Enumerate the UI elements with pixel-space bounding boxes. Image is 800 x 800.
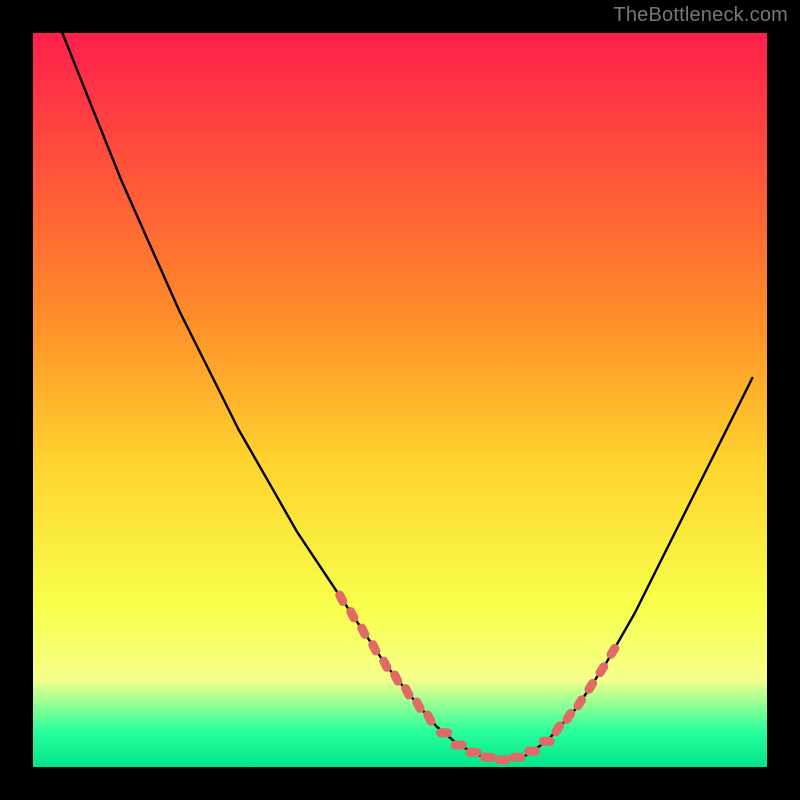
fit-dot	[509, 753, 525, 762]
bottleneck-chart	[0, 0, 800, 800]
fit-dot	[436, 728, 452, 737]
fit-dot	[524, 747, 540, 756]
fit-dot	[465, 748, 481, 757]
fit-dot	[495, 755, 511, 764]
plot-background	[33, 33, 767, 767]
fit-dot	[451, 741, 467, 750]
fit-dot	[539, 737, 555, 746]
outer-frame: TheBottleneck.com	[0, 0, 800, 800]
fit-dot	[480, 753, 496, 762]
watermark-text: TheBottleneck.com	[613, 4, 788, 27]
